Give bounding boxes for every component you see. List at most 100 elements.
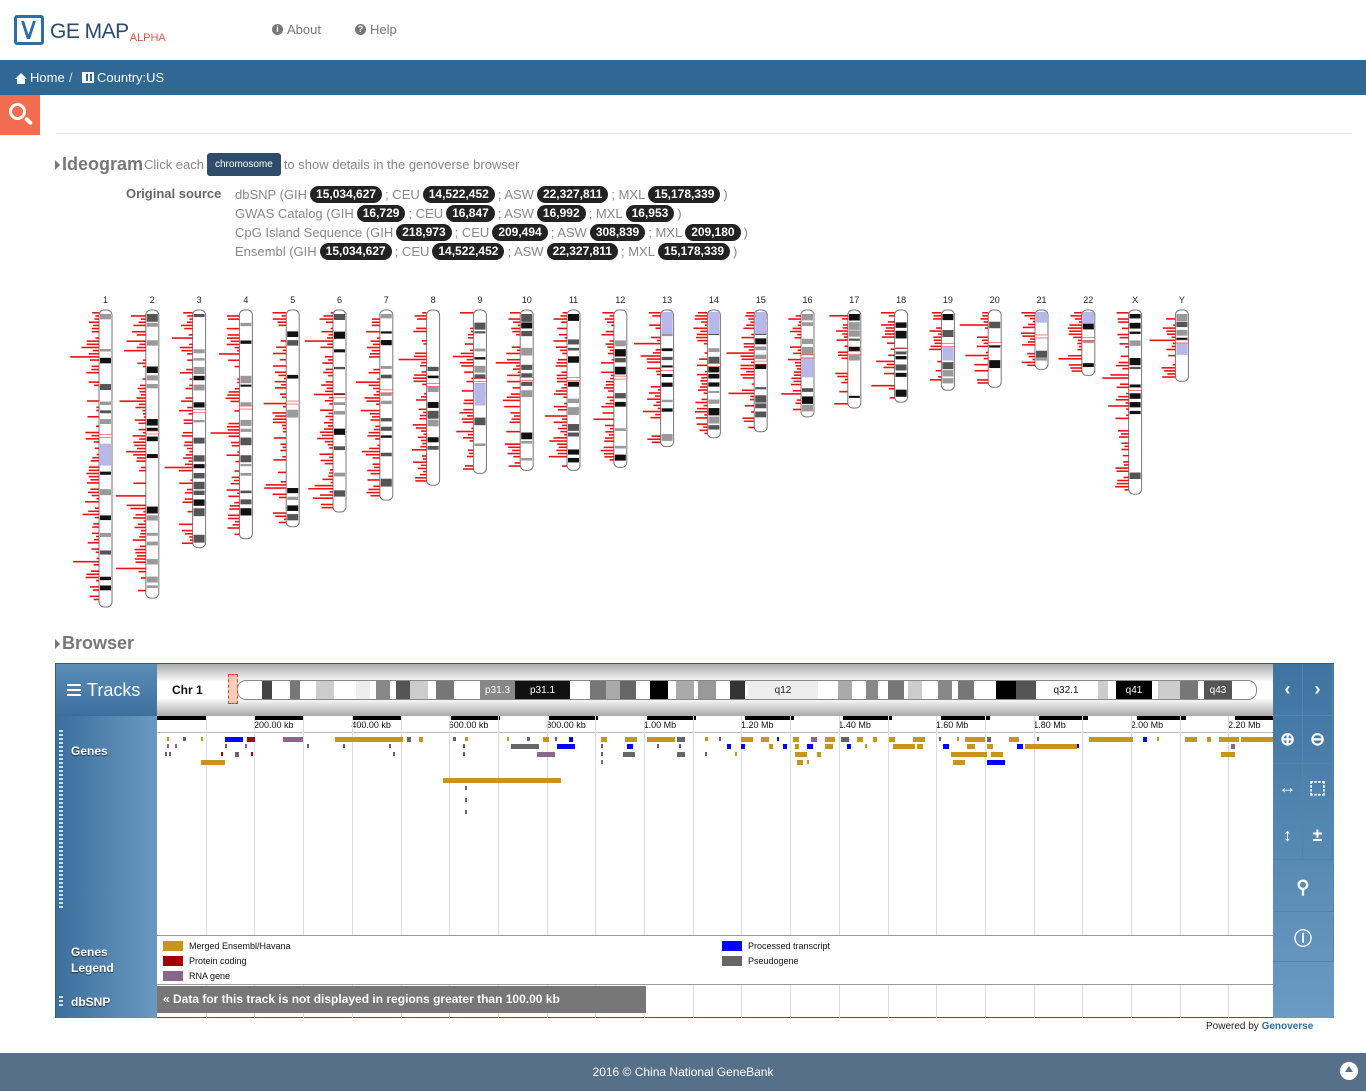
tracks-menu-button[interactable]: Tracks (56, 664, 157, 716)
chromosome-13[interactable]: 13 (634, 295, 675, 448)
gene-feature[interactable] (463, 744, 465, 748)
chromosome-band[interactable] (316, 681, 334, 699)
chromosome-band[interactable] (958, 681, 974, 699)
chromosome-band[interactable] (996, 681, 1016, 699)
gene-feature[interactable] (625, 737, 637, 742)
gene-feature[interactable] (419, 737, 423, 742)
gene-feature[interactable] (627, 744, 633, 749)
resize-vertical-icon[interactable]: ↕ (1273, 812, 1303, 860)
site-logo[interactable]: GE MAP ALPHA (14, 15, 166, 45)
gene-feature[interactable] (601, 760, 603, 764)
chromosome-band[interactable]: q12 (748, 681, 818, 699)
gene-feature[interactable] (735, 752, 737, 756)
chromosome-2[interactable]: 2 (115, 295, 160, 599)
gene-feature[interactable] (169, 752, 171, 756)
gene-feature[interactable] (601, 752, 603, 756)
gene-feature[interactable] (741, 737, 753, 742)
gene-feature[interactable] (1185, 737, 1197, 742)
gene-feature[interactable] (1221, 752, 1235, 757)
gene-feature[interactable] (393, 752, 395, 756)
chromosome-band[interactable]: q32.1 (1046, 681, 1086, 699)
chromosome-4[interactable]: 4 (210, 295, 253, 540)
nav-help-link[interactable]: ? Help (355, 22, 397, 37)
gene-feature[interactable] (965, 737, 985, 742)
chromosome-band[interactable] (262, 681, 272, 699)
gene-feature[interactable] (727, 744, 731, 749)
gene-feature[interactable] (811, 737, 817, 742)
gene-feature[interactable] (913, 737, 925, 742)
gene-feature[interactable] (511, 744, 539, 749)
gene-feature[interactable] (1009, 737, 1019, 742)
gene-feature[interactable] (1231, 744, 1235, 749)
chromosome-band[interactable] (1098, 681, 1108, 699)
track-drag-handle[interactable] (59, 730, 63, 910)
gene-feature[interactable] (527, 737, 530, 741)
chromosome-22[interactable]: 22 (1058, 295, 1096, 376)
gene-feature[interactable] (841, 737, 849, 742)
gene-feature[interactable] (761, 737, 769, 742)
chromosome-navigator[interactable]: Chr 1 p31.3 p31.1 q32.1 q41 q43 q12 (157, 664, 1273, 716)
zoom-out-icon[interactable]: ⊖ (1303, 716, 1333, 764)
gene-feature[interactable] (463, 752, 465, 756)
chromosome-6[interactable]: 6 (304, 295, 347, 513)
chromosome-5[interactable]: 5 (263, 295, 300, 528)
gene-feature[interactable] (807, 744, 813, 749)
gene-feature[interactable] (407, 737, 411, 742)
gene-feature[interactable] (465, 737, 468, 741)
select-region-icon[interactable]: ⬚ (1303, 764, 1333, 812)
gene-feature[interactable] (507, 737, 509, 741)
gene-feature[interactable] (677, 752, 685, 757)
chromosome-band[interactable] (620, 681, 636, 699)
gene-feature[interactable] (967, 744, 975, 749)
chromosome-9[interactable]: 9 (452, 295, 487, 474)
gene-feature[interactable] (307, 744, 309, 748)
chromosome-band[interactable] (436, 681, 454, 699)
chromosome-band[interactable]: q43 (1204, 681, 1232, 699)
gene-feature[interactable] (225, 744, 227, 748)
gene-feature[interactable] (647, 737, 675, 742)
nav-about-link[interactable]: i About (272, 22, 321, 37)
gene-feature[interactable] (783, 744, 787, 749)
gene-feature[interactable] (893, 744, 915, 749)
chromosome-15[interactable]: 15 (726, 295, 768, 433)
gene-feature[interactable] (601, 737, 607, 742)
chromosome-3[interactable]: 3 (164, 295, 207, 549)
gene-feature[interactable] (825, 744, 833, 749)
chromosome-band[interactable] (716, 681, 730, 699)
gene-feature[interactable] (795, 744, 799, 749)
info-icon[interactable]: ⓘ (1273, 914, 1334, 962)
gene-feature[interactable] (555, 737, 557, 741)
gene-feature[interactable] (777, 737, 779, 741)
gene-feature[interactable] (283, 737, 303, 742)
chromosome-band[interactable] (650, 681, 668, 699)
chromosome-10[interactable]: 10 (495, 295, 534, 471)
scroll-to-top-icon[interactable] (1340, 1062, 1358, 1080)
gene-feature[interactable] (865, 744, 867, 748)
chromosome-band[interactable] (838, 681, 852, 699)
chromosome-band[interactable] (356, 681, 370, 699)
gene-feature[interactable] (1017, 744, 1023, 749)
chromosome-7[interactable]: 7 (356, 295, 394, 501)
gene-feature[interactable] (889, 737, 895, 742)
breadcrumb-home[interactable]: Home (15, 70, 65, 85)
gene-feature[interactable] (987, 760, 1005, 765)
gene-feature[interactable] (343, 744, 345, 748)
gene-feature[interactable] (957, 737, 959, 741)
gene-feature[interactable] (807, 760, 809, 764)
gene-feature[interactable] (557, 744, 575, 749)
gene-feature[interactable] (175, 744, 177, 748)
gene-feature[interactable] (443, 778, 561, 783)
gene-feature[interactable] (453, 737, 456, 741)
chromosome-8[interactable]: 8 (398, 295, 441, 486)
gene-feature[interactable] (1207, 737, 1211, 742)
chromosome-band[interactable] (676, 681, 694, 699)
chromosome-band[interactable]: q41 (1116, 681, 1152, 699)
gene-feature[interactable] (569, 737, 573, 742)
gene-feature[interactable] (679, 744, 681, 748)
chromosome-16[interactable]: 16 (781, 295, 815, 418)
gene-feature[interactable] (741, 744, 745, 749)
chromosome-band[interactable] (376, 681, 390, 699)
gene-feature[interactable] (245, 744, 247, 748)
gene-feature[interactable] (543, 737, 549, 742)
location-pin-icon[interactable]: ⚲ (1273, 864, 1334, 912)
